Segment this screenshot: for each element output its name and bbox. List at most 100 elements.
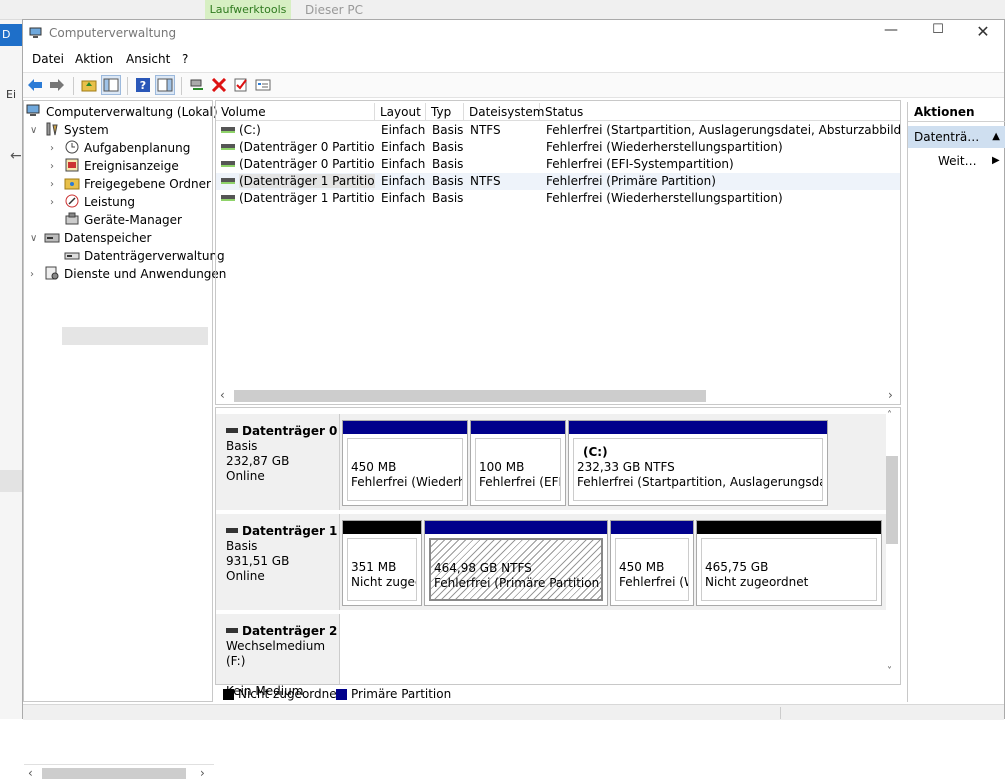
- tree-horizontal-scrollbar[interactable]: ‹ ›: [24, 764, 214, 782]
- partition-status: Nicht zugeordnet: [351, 575, 416, 589]
- disk-type: Basis: [226, 439, 258, 453]
- tree-item-geraete-manager[interactable]: Geräte-Manager: [64, 211, 182, 229]
- volume-horizontal-scrollbar[interactable]: ‹ ›: [216, 386, 900, 404]
- disk-type: Basis: [226, 539, 258, 553]
- partition-d1-p3[interactable]: 450 MB Fehlerfrei (Wiederherstellungspar…: [610, 520, 694, 606]
- scroll-up-icon[interactable]: ˄: [887, 410, 892, 421]
- volume-cell: (Datenträger 0 Partition 2): [221, 156, 375, 173]
- chevron-right-icon[interactable]: ›: [50, 161, 54, 172]
- chevron-down-icon[interactable]: ∨: [30, 125, 37, 136]
- services-icon: [44, 266, 60, 280]
- tree-item-root[interactable]: Computerverwaltung (Lokal): [26, 103, 218, 121]
- table-row[interactable]: (Datenträger 0 Partition 1) Einfach Basi…: [216, 139, 900, 156]
- tree-item-leistung[interactable]: Leistung: [64, 193, 135, 211]
- back-icon[interactable]: [25, 75, 45, 95]
- show-hide-tree-icon[interactable]: [101, 75, 121, 95]
- maximize-button[interactable]: ☐: [928, 22, 948, 44]
- chevron-right-icon[interactable]: ›: [50, 179, 54, 190]
- chevron-down-icon[interactable]: ∨: [30, 233, 37, 244]
- scrollbar-thumb[interactable]: [234, 390, 706, 402]
- tree-item-system[interactable]: System: [44, 121, 109, 139]
- scroll-right-icon[interactable]: ›: [200, 766, 205, 780]
- table-row[interactable]: (Datenträger 1 Partition 2) Einfach Basi…: [216, 190, 900, 207]
- forward-icon[interactable]: [47, 75, 67, 95]
- checklist-icon[interactable]: [231, 75, 251, 95]
- scroll-right-icon[interactable]: ›: [888, 388, 893, 402]
- tree-item-dienste[interactable]: Dienste und Anwendungen: [44, 265, 226, 283]
- disk-vertical-scrollbar[interactable]: ˄ ˅: [884, 408, 900, 684]
- tree-item-ereignisanzeige[interactable]: Ereignisanzeige: [64, 157, 179, 175]
- partition-d0-p2[interactable]: 100 MB Fehlerfrei (EFI-Systempartition): [470, 420, 566, 506]
- collapse-up-icon[interactable]: ▲: [992, 126, 1000, 148]
- up-folder-icon[interactable]: [79, 75, 99, 95]
- table-row[interactable]: (Datenträger 1 Partition 1) Einfach Basi…: [216, 173, 900, 190]
- disk-info-1[interactable]: Datenträger 1 Basis 931,51 GB Online: [216, 514, 340, 610]
- chevron-right-icon[interactable]: ›: [50, 197, 54, 208]
- layout-cell: Einfach: [381, 140, 426, 154]
- disk-info-0[interactable]: Datenträger 0 Basis 232,87 GB Online: [216, 414, 340, 510]
- menu-aktion[interactable]: Aktion: [75, 52, 113, 66]
- scrollbar-thumb[interactable]: [886, 456, 898, 544]
- table-row[interactable]: (Datenträger 0 Partition 2) Einfach Basi…: [216, 156, 900, 173]
- menu-ansicht[interactable]: Ansicht: [126, 52, 170, 66]
- column-header-dateisystem[interactable]: Dateisystem: [464, 103, 544, 121]
- disk-info-2[interactable]: Datenträger 2 Wechselmedium (F:) Kein Me…: [216, 614, 340, 698]
- partition-size: 464,98 GB NTFS: [434, 561, 532, 575]
- close-button[interactable]: ✕: [973, 22, 993, 44]
- chevron-right-icon[interactable]: ›: [30, 269, 34, 280]
- background-back-icon: ←: [10, 148, 22, 164]
- partition-d1-p2[interactable]: 464,98 GB NTFS Fehlerfrei (Primäre Parti…: [424, 520, 608, 606]
- scroll-left-icon[interactable]: ‹: [220, 388, 225, 402]
- volume-icon: [221, 195, 235, 201]
- properties-icon[interactable]: [155, 75, 175, 95]
- tree-item-aufgabenplanung[interactable]: Aufgabenplanung: [64, 139, 190, 157]
- column-header-layout[interactable]: Layout: [375, 103, 426, 121]
- table-row[interactable]: (C:) Einfach Basis NTFS Fehlerfrei (Star…: [216, 122, 900, 139]
- partition-d0-p3[interactable]: (C:) 232,33 GB NTFS Fehlerfrei (Startpar…: [568, 420, 828, 506]
- tree-item-freigegebene-ordner[interactable]: Freigegebene Ordner: [64, 175, 211, 193]
- column-header-typ[interactable]: Typ: [426, 103, 464, 121]
- menu-datei[interactable]: Datei: [32, 52, 64, 66]
- console-icon[interactable]: [253, 75, 273, 95]
- disk-name: Datenträger 1: [242, 524, 338, 538]
- disk-icon: [226, 628, 238, 633]
- scroll-down-icon[interactable]: ˅: [887, 666, 892, 677]
- disk-row-0: Datenträger 0 Basis 232,87 GB Online 450…: [216, 414, 886, 510]
- column-header-volume[interactable]: Volume: [216, 103, 375, 121]
- typ-cell: Basis: [432, 157, 464, 171]
- partition-bar: [343, 421, 467, 434]
- menu-help[interactable]: ?: [182, 52, 188, 66]
- delete-icon[interactable]: [209, 75, 229, 95]
- scrollbar-thumb[interactable]: [42, 768, 186, 779]
- disk-name: Datenträger 0: [242, 424, 338, 438]
- status-cell: Fehlerfrei (Wiederherstellungspartition): [546, 140, 783, 154]
- partition-d0-p1[interactable]: 450 MB Fehlerfrei (Wiederherstellungspar…: [342, 420, 468, 506]
- column-header-status[interactable]: Status: [540, 103, 900, 121]
- chevron-right-icon[interactable]: ›: [50, 143, 54, 154]
- more-actions-label: Weitere Aktionen: [938, 154, 978, 168]
- submenu-arrow-icon: ▶: [992, 155, 1000, 166]
- background-explorer-left: [0, 20, 22, 719]
- partition-size: 450 MB: [619, 560, 665, 574]
- title-bar[interactable]: Computerverwaltung — ☐ ✕: [23, 20, 1005, 48]
- volume-cell: (Datenträger 1 Partition 1): [221, 173, 375, 190]
- actions-section-header[interactable]: Datenträgerverwaltung ▲: [908, 126, 1005, 148]
- tree-item-datenspeicher[interactable]: Datenspeicher: [44, 229, 151, 247]
- more-actions-item[interactable]: Weitere Aktionen ▶: [938, 152, 1000, 170]
- minimize-button[interactable]: —: [881, 22, 901, 44]
- disk-management-icon: [64, 248, 80, 262]
- connect-icon[interactable]: [187, 75, 207, 95]
- partition-body: 465,75 GB Nicht zugeordnet: [701, 538, 877, 601]
- partition-d1-p4[interactable]: 465,75 GB Nicht zugeordnet: [696, 520, 882, 606]
- disk-size: 232,87 GB: [226, 454, 290, 468]
- partition-status: Fehlerfrei (EFI-Systempartition): [479, 475, 560, 489]
- help-icon[interactable]: ?: [133, 75, 153, 95]
- background-label: Ei: [6, 88, 17, 101]
- legend: Nicht zugeordnet Primäre Partition: [215, 685, 901, 703]
- volume-cell: (Datenträger 0 Partition 1): [221, 139, 375, 156]
- partition-d1-p1[interactable]: 351 MB Nicht zugeordnet: [342, 520, 422, 606]
- tree-item-datentraegerverwaltung[interactable]: Datenträgerverwaltung: [64, 247, 225, 265]
- scroll-left-icon[interactable]: ‹: [28, 766, 33, 780]
- typ-cell: Basis: [432, 140, 464, 154]
- typ-cell: Basis: [432, 174, 464, 188]
